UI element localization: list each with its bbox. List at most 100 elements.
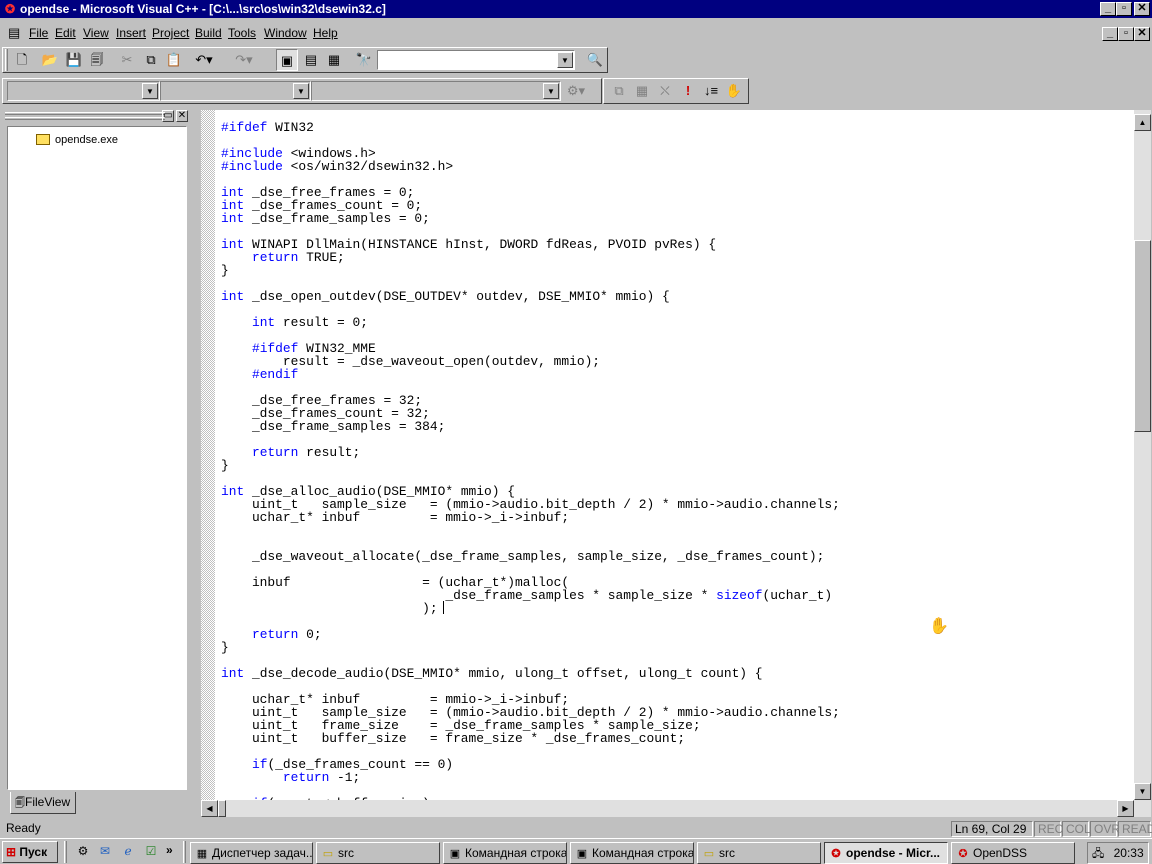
- network-icon[interactable]: 🖧: [1092, 848, 1104, 860]
- menu-project[interactable]: Project: [152, 26, 189, 40]
- pane-grip[interactable]: [5, 117, 165, 120]
- menu-view[interactable]: View: [83, 26, 109, 40]
- execute-icon[interactable]: !: [677, 80, 699, 102]
- code-line[interactable]: }: [221, 641, 840, 654]
- scroll-down-icon[interactable]: ▼: [1134, 783, 1151, 800]
- pane-maximize-icon[interactable]: ▭: [162, 110, 174, 122]
- task-button-cmd[interactable]: ▣ Командная строка: [443, 842, 567, 864]
- minimize-button[interactable]: _: [1100, 2, 1116, 16]
- code-line[interactable]: int _dse_open_outdev(DSE_OUTDEV* outdev,…: [221, 290, 840, 303]
- menu-file[interactable]: File: [29, 26, 48, 40]
- scroll-left-icon[interactable]: ◀: [201, 800, 218, 817]
- save-icon[interactable]: 💾: [63, 49, 85, 71]
- go-icon[interactable]: ↓≡: [700, 80, 722, 102]
- code-line[interactable]: int _dse_decode_audio(DSE_MMIO* mmio, ul…: [221, 667, 840, 680]
- hscroll-thumb[interactable]: [218, 800, 226, 817]
- horizontal-scrollbar[interactable]: ◀ ▶: [201, 800, 1151, 817]
- menu-help[interactable]: Help: [313, 26, 338, 40]
- quicklaunch-icon[interactable]: ✉: [94, 840, 116, 862]
- code-line[interactable]: #endif: [221, 368, 840, 381]
- breakpoint-hand-icon[interactable]: ✋: [723, 80, 745, 102]
- selection-margin[interactable]: [201, 110, 215, 800]
- quicklaunch-more[interactable]: »: [166, 843, 173, 857]
- class-combo[interactable]: ▼: [7, 81, 160, 101]
- chevron-down-icon[interactable]: ▼: [557, 52, 573, 68]
- code-line[interactable]: return TRUE;: [221, 251, 840, 264]
- menu-edit[interactable]: Edit: [55, 26, 76, 40]
- quicklaunch-icon[interactable]: ⚙: [72, 840, 94, 862]
- output-window-icon[interactable]: ▤: [300, 49, 322, 71]
- code-line[interactable]: return 0;: [221, 628, 840, 641]
- toolbar-grip[interactable]: [5, 49, 8, 71]
- task-button-taskmgr[interactable]: ▦ Диспетчер задач...: [190, 842, 313, 864]
- cut-icon[interactable]: ✂: [116, 49, 138, 71]
- members-combo[interactable]: ▼: [311, 81, 561, 101]
- find-icon[interactable]: 🔍: [584, 49, 606, 71]
- chevron-down-icon[interactable]: ▼: [543, 83, 559, 99]
- code-line[interactable]: _dse_frame_samples = 384;: [221, 420, 840, 433]
- copy-icon[interactable]: ⧉: [140, 49, 162, 71]
- start-button[interactable]: ⊞ Пуск: [2, 841, 58, 863]
- title-bar[interactable]: ✪ opendse - Microsoft Visual C++ - [C:\.…: [0, 0, 1152, 18]
- new-text-file-icon[interactable]: 🗋: [11, 49, 33, 71]
- code-line[interactable]: );: [221, 602, 840, 615]
- doc-close-button[interactable]: ✕: [1134, 27, 1150, 41]
- compile-icon[interactable]: ⧉: [608, 80, 630, 102]
- filter-combo[interactable]: ▼: [160, 81, 311, 101]
- open-icon[interactable]: 📂: [39, 49, 61, 71]
- menu-insert[interactable]: Insert: [116, 26, 146, 40]
- wizard-action-icon[interactable]: ⚙▾: [565, 80, 587, 102]
- find-in-files-icon[interactable]: 🔭: [353, 49, 375, 71]
- pane-close-icon[interactable]: ✕: [176, 110, 188, 122]
- doc-minimize-button[interactable]: _: [1102, 27, 1118, 41]
- build-icon[interactable]: ▦: [631, 80, 653, 102]
- stop-build-icon[interactable]: ⛌: [654, 80, 676, 102]
- code-line[interactable]: }: [221, 264, 840, 277]
- document-icon[interactable]: ▤: [8, 25, 20, 41]
- app-icon[interactable]: ✪: [3, 2, 17, 16]
- vertical-scrollbar[interactable]: ▲ ▼: [1134, 110, 1151, 800]
- scroll-right-icon[interactable]: ▶: [1117, 800, 1134, 817]
- task-button-src[interactable]: ▭ src: [316, 842, 440, 864]
- task-button-cmd[interactable]: ▣ Командная строка: [570, 842, 694, 864]
- tree-item-root[interactable]: opendse.exe: [36, 132, 118, 146]
- code-line[interactable]: [221, 524, 840, 537]
- find-combo[interactable]: ▼: [377, 50, 575, 70]
- code-line[interactable]: uchar_t* inbuf = mmio->_i->inbuf;: [221, 511, 840, 524]
- undo-icon[interactable]: ↶▾: [193, 49, 215, 71]
- menu-build[interactable]: Build: [195, 26, 222, 40]
- paste-icon[interactable]: 📋: [163, 49, 185, 71]
- redo-icon[interactable]: ↷▾: [233, 49, 255, 71]
- task-button-src[interactable]: ▭ src: [697, 842, 821, 864]
- code-editor[interactable]: #ifdef WIN32 #include <windows.h> #include…: [201, 110, 1134, 800]
- code-line[interactable]: return -1;: [221, 771, 840, 784]
- tab-fileview[interactable]: 🗐FileView: [10, 792, 76, 814]
- task-button-msvc[interactable]: ✪ opendse - Micr...: [824, 842, 948, 864]
- chevron-down-icon[interactable]: ▼: [293, 83, 309, 99]
- taskbar-grip[interactable]: [183, 841, 186, 863]
- code-line[interactable]: int result = 0;: [221, 316, 840, 329]
- chevron-down-icon[interactable]: ▼: [142, 83, 158, 99]
- scroll-up-icon[interactable]: ▲: [1134, 114, 1151, 131]
- window-list-icon[interactable]: ▦: [323, 49, 345, 71]
- taskbar-grip[interactable]: [64, 841, 67, 863]
- code-line[interactable]: }: [221, 459, 840, 472]
- workspace-toggle-icon[interactable]: ▣: [276, 49, 298, 71]
- pane-grip[interactable]: [5, 112, 165, 115]
- maximize-button[interactable]: ▫: [1116, 2, 1132, 16]
- scroll-thumb[interactable]: [1134, 240, 1151, 432]
- menu-window[interactable]: Window: [264, 26, 307, 40]
- code-text[interactable]: #ifdef WIN32 #include <windows.h> #include…: [221, 121, 840, 800]
- menu-tools[interactable]: Tools: [228, 26, 256, 40]
- clock[interactable]: 20:33: [1114, 846, 1144, 860]
- internet-explorer-icon[interactable]: ℯ: [117, 840, 139, 862]
- code-line[interactable]: result = _dse_waveout_open(outdev, mmio)…: [221, 355, 840, 368]
- doc-restore-button[interactable]: ▫: [1118, 27, 1134, 41]
- code-line[interactable]: uint_t buffer_size = frame_size * _dse_f…: [221, 732, 840, 745]
- code-line[interactable]: int _dse_frame_samples = 0;: [221, 212, 840, 225]
- code-line[interactable]: #ifdef WIN32: [221, 121, 840, 134]
- code-line[interactable]: _dse_waveout_allocate(_dse_frame_samples…: [221, 550, 840, 563]
- code-line[interactable]: return result;: [221, 446, 840, 459]
- close-button[interactable]: ✕: [1134, 2, 1150, 16]
- save-all-icon[interactable]: 🗐: [86, 49, 108, 71]
